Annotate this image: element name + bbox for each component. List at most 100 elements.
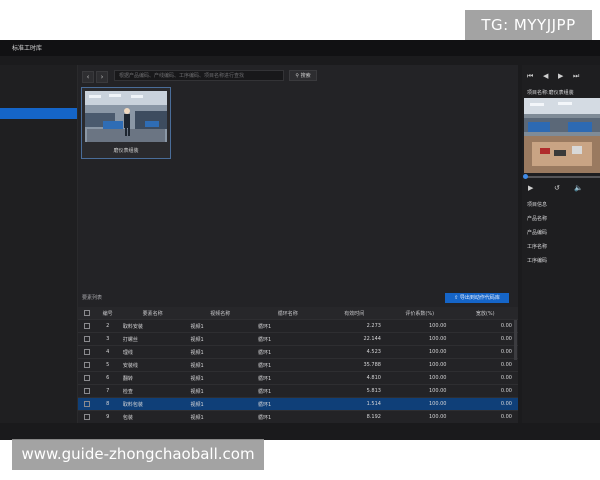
table-cell: 7 [96,384,119,398]
info-project: 项目信息 [527,202,548,208]
select-all-checkbox[interactable] [84,309,91,316]
row-checkbox[interactable] [84,387,91,394]
skip-to-start-icon[interactable]: ⏮ [527,72,533,81]
step-forward-icon[interactable]: ▶ [558,72,563,80]
table-cell: 包装 [118,410,187,424]
export-button-label: 导出到动作代码库 [459,295,500,301]
row-checkbox[interactable] [84,413,91,420]
step-back-icon[interactable]: ◀ [543,72,548,80]
table-header-row: 编号 要素名称 视频名称 循环名称 有效时间 评价系数(%) 宽放(%) [78,307,518,320]
row-checkbox[interactable] [84,335,91,342]
search-input[interactable]: 根据产品编码、产线编码、工序编码、项目名称进行查找 [114,70,284,81]
header-col-5: 评价系数(%) [386,307,453,320]
forward-button[interactable]: › [96,71,108,83]
table-cell: 4.523 [321,345,387,359]
table-cell: 100.00 [386,358,453,372]
video-thumbnail-card[interactable]: 磨仪表组装 [81,87,171,159]
table-cell: 100.00 [386,371,453,385]
table-cell: 8.192 [321,410,387,424]
row-checkbox[interactable] [84,374,91,381]
row-checkbox[interactable] [84,348,91,355]
table-cell: 视频1 [186,410,254,424]
table-cell: 取料安装 [118,319,187,333]
table-cell: 6 [96,371,119,385]
table-row[interactable]: 2 取料安装 视频1 循环1 2.273 100.00 0.00 [78,319,518,333]
export-to-action-code-button[interactable]: ⇧ 导出到动作代码库 [445,293,509,303]
table-cell: 0.00 [452,332,518,346]
table-cell: 100.00 [386,319,453,333]
table-cell: 100.00 [386,410,453,424]
thumbnail-caption: 磨仪表组装 [113,148,139,154]
table-row[interactable]: 8 取料包装 视频1 循环1 1.514 100.00 0.00 [78,397,518,411]
table-cell: 视频1 [186,332,254,346]
table-row[interactable]: 3 打螺丝 视频1 循环1 22.144 100.00 0.00 [78,332,518,346]
table-row[interactable]: 7 检查 视频1 循环1 5.813 100.00 0.00 [78,384,518,398]
table-cell: 22.144 [321,332,387,346]
left-nav-selected-item[interactable] [0,108,77,119]
table-row[interactable]: 5 安装线 视频1 循环1 35.788 100.00 0.00 [78,358,518,372]
table-cell: 安装线 [118,358,187,372]
row-checkbox[interactable] [84,400,91,407]
table-cell: 0.00 [452,410,518,424]
table-cell: 9 [96,410,119,424]
back-button[interactable]: ‹ [82,71,94,83]
row-checkbox-cell[interactable] [78,397,97,411]
video-progress-handle[interactable] [523,174,528,179]
row-checkbox-cell[interactable] [78,384,97,398]
loop-icon[interactable]: ↺ [554,184,560,192]
table-cell: 4.810 [321,371,387,385]
table-row[interactable]: 6 翻转 视频1 循环1 4.810 100.00 0.00 [78,371,518,385]
row-checkbox-cell[interactable] [78,358,97,372]
header-checkbox-cell[interactable] [78,307,97,320]
header-col-2: 视频名称 [186,307,254,320]
table-cell: 3 [96,332,119,346]
search-button[interactable]: ⚲ 搜索 [289,70,317,81]
row-checkbox-cell[interactable] [78,371,97,385]
table-cell: 0.00 [452,371,518,385]
table-cell: 4 [96,345,119,359]
table-cell: 理线 [118,345,187,359]
app-window: 标准工时库 ‹ › 根据产品编码、产线编码、工序编码、项目名称进行查找 ⚲ 搜索 [0,40,600,440]
row-checkbox[interactable] [84,361,91,368]
header-col-3: 循环名称 [253,307,322,320]
window-title: 标准工时库 [12,45,43,52]
header-col-0: 编号 [96,307,119,320]
row-checkbox[interactable] [84,322,91,329]
row-checkbox-cell[interactable] [78,332,97,346]
video-progress-track[interactable] [524,176,600,178]
table-row[interactable]: 4 理线 视频1 循环1 4.523 100.00 0.00 [78,345,518,359]
skip-to-end-icon[interactable]: ⏭ [573,72,579,81]
watermark-top: TG: MYYJJPP [465,10,592,40]
table-scrollbar[interactable] [514,320,517,360]
row-checkbox-cell[interactable] [78,345,97,359]
table-row[interactable]: 9 包装 视频1 循环1 8.192 100.00 0.00 [78,410,518,424]
table-cell: 0.00 [452,345,518,359]
play-icon[interactable]: ▶ [528,184,533,192]
project-name-label: 项目名称:磨仪表组装 [527,90,574,96]
header-col-6: 宽放(%) [452,307,518,320]
title-bar: 标准工时库 [0,40,600,56]
table-cell: 100.00 [386,397,453,411]
table-cell: 循环1 [253,345,322,359]
row-checkbox-cell[interactable] [78,319,97,333]
table-cell: 100.00 [386,345,453,359]
video-preview[interactable] [524,98,600,173]
table-cell: 循环1 [253,371,322,385]
table-cell: 视频1 [186,384,254,398]
table-cell: 0.00 [452,397,518,411]
table-cell: 循环1 [253,319,322,333]
volume-icon[interactable]: 🔈 [574,184,583,192]
export-icon: ⇧ [454,295,459,301]
info-product-name: 产品名称 [527,216,548,222]
table-cell: 视频1 [186,397,254,411]
header-col-1: 要素名称 [118,307,187,320]
table-cell: 循环1 [253,410,322,424]
table-cell: 循环1 [253,384,322,398]
row-checkbox-cell[interactable] [78,410,97,424]
watermark-bottom: www.guide-zhongchaoball.com [12,439,264,470]
table-cell: 5 [96,358,119,372]
bottom-strip [0,423,600,440]
table-cell: 5.813 [321,384,387,398]
table-cell: 1.514 [321,397,387,411]
video-player-panel: ⏮ ◀ ▶ ⏭ 项目名称:磨仪表组装 ▶ ↺ 🔈 项目信息 产品名称 产品编码 … [522,65,600,440]
